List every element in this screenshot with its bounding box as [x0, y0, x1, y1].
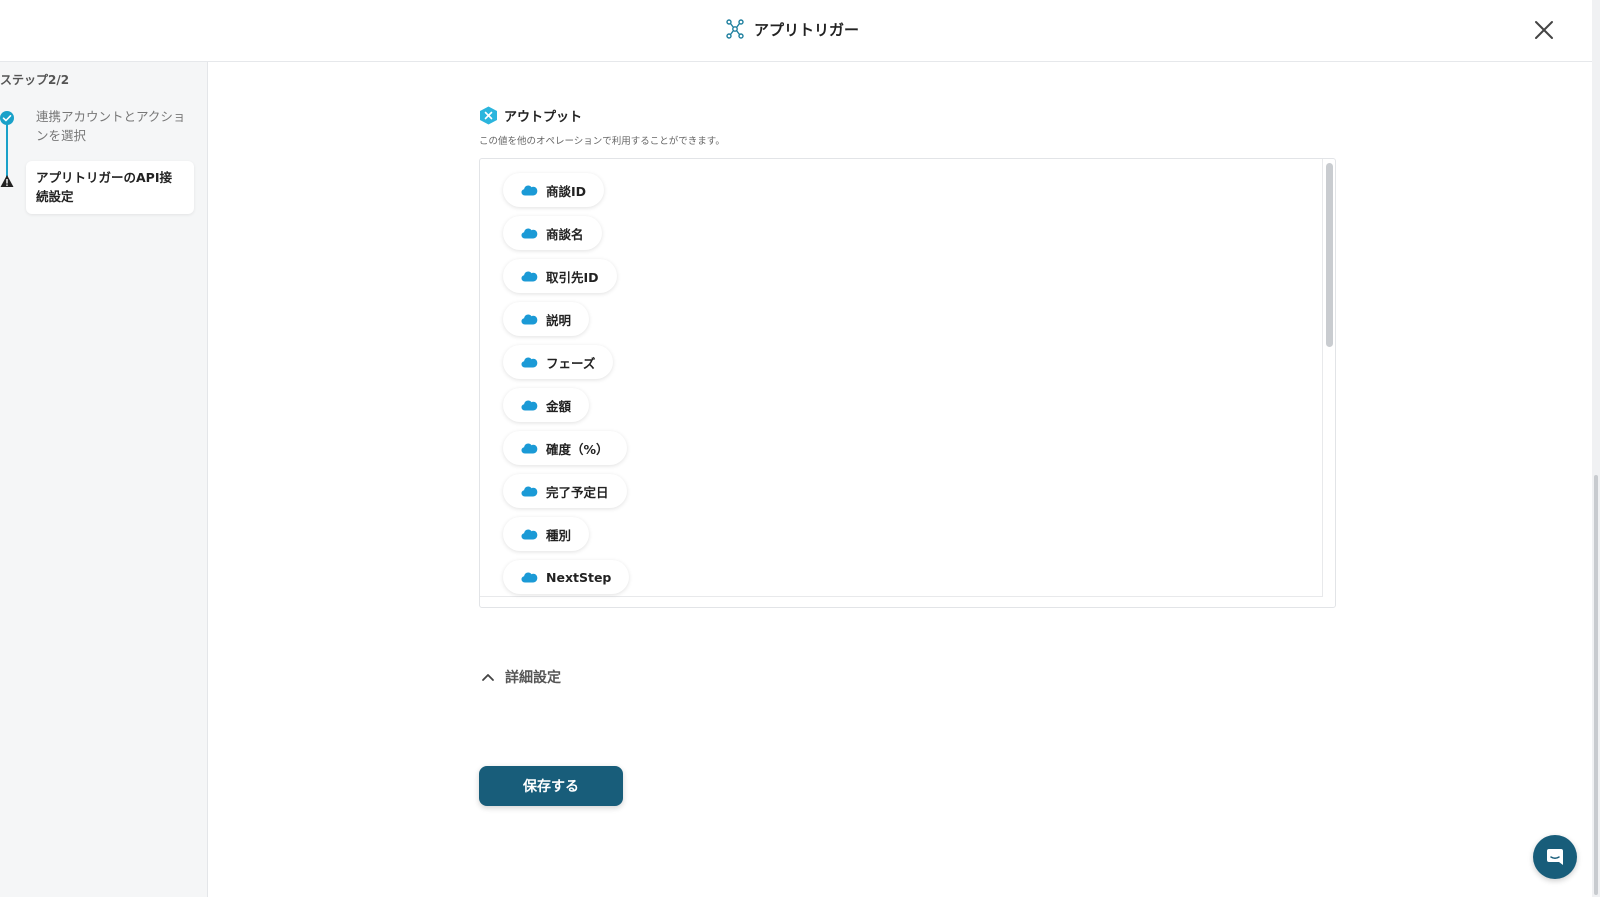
chevron-up-icon	[482, 674, 494, 681]
sidebar-step-select-account[interactable]: 連携アカウントとアクションを選択	[36, 107, 186, 145]
output-chip[interactable]: 種別	[503, 517, 590, 551]
output-chip-label: 商談ID	[546, 183, 587, 199]
steps-sidebar: ステップ2/2 連携アカウントとアクションを選択 アプリトリガーのAPI接続設定	[0, 62, 208, 897]
output-chip[interactable]: 取引先ID	[503, 259, 617, 293]
output-chip-label: 金額	[546, 398, 572, 414]
check-circle-icon	[0, 111, 14, 125]
header-title-group: アプリトリガー	[724, 18, 859, 40]
page-scrollbar[interactable]	[1594, 475, 1598, 895]
salesforce-cloud-icon	[521, 486, 538, 497]
output-chip-label: フェーズ	[546, 355, 596, 371]
modal-header: アプリトリガー	[0, 0, 1592, 62]
output-chip-label: 取引先ID	[546, 269, 599, 285]
salesforce-cloud-icon	[521, 314, 538, 325]
chat-support-button[interactable]	[1533, 835, 1577, 879]
step-count: ステップ2/2	[0, 73, 70, 87]
salesforce-cloud-icon	[521, 185, 538, 196]
salesforce-cloud-icon	[521, 357, 538, 368]
output-chip[interactable]: 説明	[503, 302, 590, 336]
output-heading: アウトプット	[479, 106, 582, 125]
salesforce-cloud-icon	[521, 228, 538, 239]
step-connector-line	[6, 120, 8, 178]
output-chip-label: NextStep	[546, 569, 612, 585]
salesforce-cloud-icon	[521, 271, 538, 282]
salesforce-cloud-icon	[521, 400, 538, 411]
output-chip[interactable]: 確度（%）	[503, 431, 627, 465]
salesforce-cloud-icon	[521, 572, 538, 583]
output-badge-icon	[480, 106, 497, 125]
close-icon	[1535, 21, 1553, 39]
output-chip-label: 種別	[546, 527, 572, 543]
app-trigger-icon	[726, 19, 744, 39]
save-button[interactable]: 保存する	[479, 766, 623, 806]
output-chip-label: 確度（%）	[546, 441, 609, 457]
main-content: アウトプット この値を他のオペレーションで利用することができます。 商談ID 商…	[208, 62, 1592, 897]
header-title: アプリトリガー	[754, 20, 860, 39]
output-chip[interactable]: NextStep	[503, 560, 630, 594]
output-chip[interactable]: フェーズ	[503, 345, 614, 379]
salesforce-cloud-icon	[521, 443, 538, 454]
output-title: アウトプット	[504, 110, 583, 125]
output-chip[interactable]: 商談名	[503, 216, 602, 250]
output-chip-label: 説明	[546, 312, 572, 328]
warning-icon	[0, 175, 14, 187]
output-description: この値を他のオペレーションで利用することができます。	[479, 136, 725, 147]
close-button[interactable]	[1533, 19, 1555, 41]
output-list-scrollbar[interactable]	[1326, 163, 1333, 347]
salesforce-cloud-icon	[521, 529, 538, 540]
output-chip[interactable]: 商談ID	[503, 173, 605, 207]
advanced-settings-label: 詳細設定	[505, 670, 561, 686]
output-chip-label: 完了予定日	[546, 484, 609, 500]
output-list-viewport: 商談ID 商談名 取引先ID 説明 フェーズ 金額 確度（%） 完了予定日 種別…	[480, 159, 1323, 597]
output-chip[interactable]: 金額	[503, 388, 590, 422]
chat-icon	[1547, 849, 1563, 865]
output-chip-label: 商談名	[546, 226, 584, 242]
sidebar-step-api-settings[interactable]: アプリトリガーのAPI接続設定	[26, 161, 194, 214]
output-chip[interactable]: 完了予定日	[503, 474, 627, 508]
advanced-settings-toggle[interactable]: 詳細設定	[481, 667, 561, 687]
output-list[interactable]: 商談ID 商談名 取引先ID 説明 フェーズ 金額 確度（%） 完了予定日 種別…	[479, 158, 1336, 608]
